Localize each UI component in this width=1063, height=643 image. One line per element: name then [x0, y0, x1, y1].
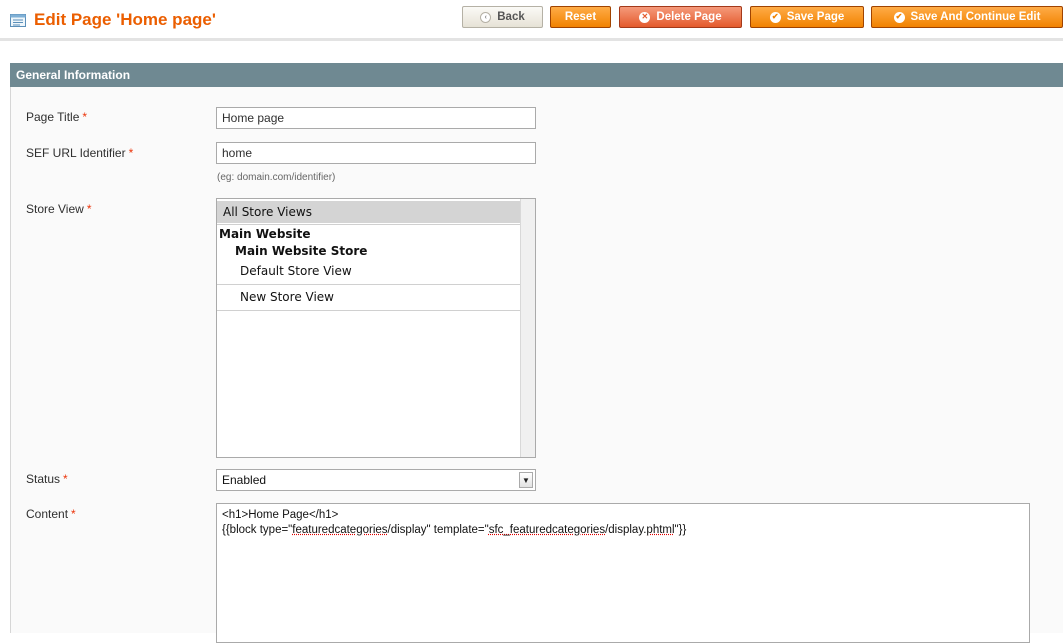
content-line-2: {{block type="featuredcategories/display…: [222, 524, 686, 536]
status-select-value: Enabled: [222, 473, 266, 487]
page-title-label: Page Title *: [26, 110, 87, 124]
store-option-all[interactable]: All Store Views: [217, 201, 521, 223]
identifier-input-value: home: [222, 146, 252, 160]
store-option-new[interactable]: New Store View: [217, 287, 521, 307]
spellcheck-word: sfc_featuredcategories: [489, 524, 605, 536]
save-and-continue-button[interactable]: ✔ Save And Continue Edit: [871, 6, 1063, 28]
required-marker: *: [82, 110, 87, 124]
store-option-default[interactable]: Default Store View: [217, 261, 521, 281]
page-title-input-value: Home page: [222, 111, 284, 125]
store-view-multiselect[interactable]: All Store Views Main Website Main Websit…: [216, 198, 536, 458]
content-text: /display.: [605, 524, 646, 536]
header-divider: [0, 38, 1063, 41]
chevron-down-icon[interactable]: ▼: [519, 472, 533, 488]
identifier-input[interactable]: home: [216, 142, 536, 164]
status-select[interactable]: Enabled ▼: [216, 469, 536, 491]
reset-button[interactable]: Reset: [550, 6, 611, 28]
spellcheck-word: phtml: [646, 524, 674, 536]
page-heading: Edit Page 'Home page': [10, 6, 216, 34]
option-divider: [217, 310, 521, 311]
store-view-label: Store View *: [26, 202, 91, 216]
reset-button-label: Reset: [565, 11, 596, 23]
option-divider: [217, 224, 521, 225]
back-button-label: Back: [497, 11, 525, 23]
required-marker: *: [129, 146, 134, 160]
page-title-label-text: Page Title: [26, 110, 79, 124]
content-line-1: <h1>Home Page</h1>: [222, 509, 338, 521]
delete-page-button[interactable]: ✕ Delete Page: [619, 6, 742, 28]
store-view-scrollbar[interactable]: [520, 199, 535, 457]
content-text: {{block type=": [222, 524, 292, 536]
required-marker: *: [87, 202, 92, 216]
save-page-button[interactable]: ✔ Save Page: [750, 6, 864, 28]
status-label: Status *: [26, 472, 68, 486]
identifier-label-text: SEF URL Identifier: [26, 146, 126, 160]
content-text: /display" template=": [388, 524, 489, 536]
page-header: Edit Page 'Home page' ‹ Back Reset ✕ Del…: [0, 0, 1063, 40]
spellcheck-word: featuredcategories: [292, 524, 387, 536]
general-information-header: General Information: [10, 63, 1063, 87]
page-title: Edit Page 'Home page': [34, 10, 216, 30]
content-textarea[interactable]: <h1>Home Page</h1> {{block type="feature…: [216, 503, 1030, 643]
content-label: Content *: [26, 507, 76, 521]
back-arrow-icon: ‹: [480, 12, 491, 23]
section-title: General Information: [16, 68, 130, 82]
store-group-main-website: Main Website: [217, 226, 521, 242]
page-title-input[interactable]: Home page: [216, 107, 536, 129]
save-and-continue-button-label: Save And Continue Edit: [911, 11, 1041, 23]
save-page-button-label: Save Page: [787, 11, 845, 23]
content-text: "}}: [675, 524, 687, 536]
save-check-icon: ✔: [770, 12, 781, 23]
identifier-note: (eg: domain.com/identifier): [217, 172, 335, 183]
back-button[interactable]: ‹ Back: [462, 6, 543, 28]
page-edit-icon: [10, 14, 26, 27]
store-view-label-text: Store View: [26, 202, 84, 216]
save-continue-check-icon: ✔: [894, 12, 905, 23]
delete-icon: ✕: [639, 12, 650, 23]
store-group-main-website-store: Main Website Store: [217, 243, 521, 260]
content-label-text: Content: [26, 507, 68, 521]
option-divider: [217, 284, 521, 285]
delete-page-button-label: Delete Page: [656, 11, 721, 23]
status-label-text: Status: [26, 472, 60, 486]
required-marker: *: [71, 507, 76, 521]
identifier-label: SEF URL Identifier *: [26, 146, 133, 160]
required-marker: *: [63, 472, 68, 486]
